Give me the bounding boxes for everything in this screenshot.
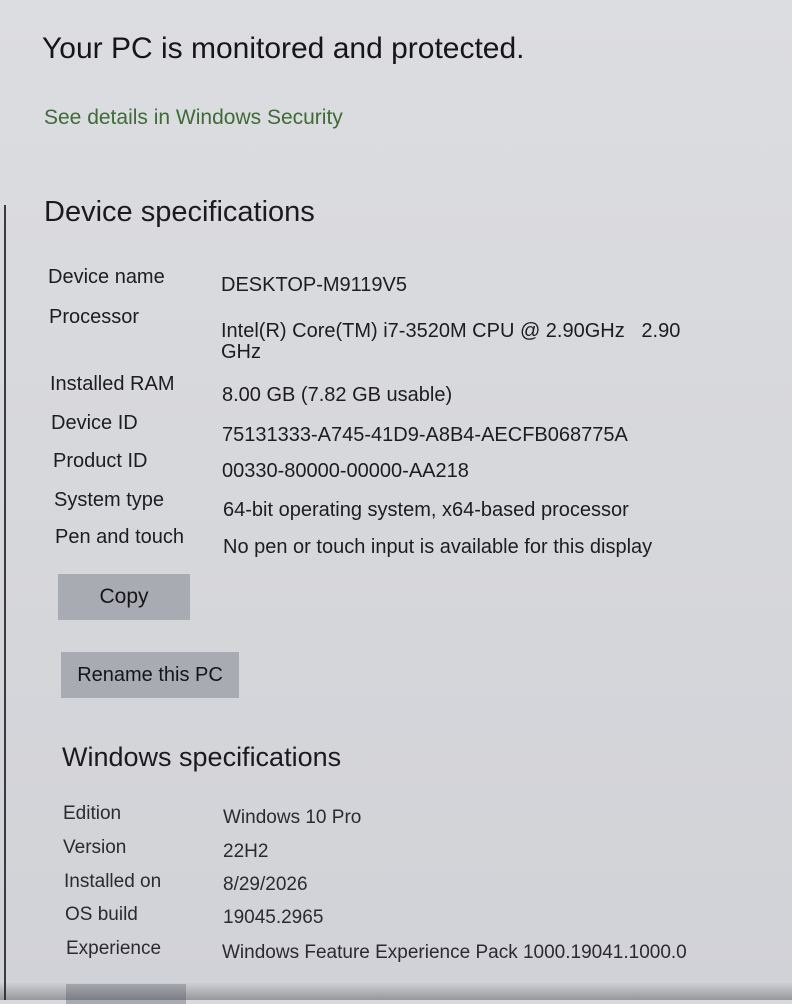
spec-row-device-name: Device name [48,266,165,289]
copy-button[interactable]: Copy [58,574,190,620]
spec-label: Pen and touch [55,526,184,548]
rename-pc-button[interactable]: Rename this PC [61,652,239,698]
spec-row-installed-ram: Installed RAM [50,373,175,396]
spec-value-edition: Windows 10 Pro [223,807,362,828]
spec-label: Device name [48,266,165,288]
spec-row-experience: Experience [66,938,161,960]
spec-row-system-type: System type [54,489,164,512]
spec-value-system-type: 64-bit operating system, x64-based proce… [223,499,629,521]
spec-label: Installed RAM [50,373,175,395]
spec-value-os-build: 19045.2965 [223,907,324,928]
spec-row-processor: Processor [49,306,139,329]
spec-label: Processor [49,306,140,328]
spec-value-installed-ram: 8.00 GB (7.82 GB usable) [222,384,453,406]
spec-value-installed-on: 8/29/2026 [223,874,308,895]
spec-row-pen-and-touch: Pen and touch [55,526,184,549]
spec-label: System type [54,489,165,511]
spec-label: Version [63,837,127,858]
spec-value-device-id: 75131333-A745-41D9-A8B4-AECFB068775A [222,424,628,446]
spec-label: OS build [65,904,138,925]
spec-row-edition: Edition [63,803,121,825]
spec-row-version: Version [63,837,126,859]
spec-value-device-name: DESKTOP-M9119V5 [221,274,408,296]
about-page: Your PC is monitored and protected. See … [0,0,792,1004]
spec-value-version: 22H2 [223,841,269,862]
windows-security-link[interactable]: See details in Windows Security [44,106,343,130]
spec-label: Device ID [51,412,138,434]
protection-status-title: Your PC is monitored and protected. [42,32,525,65]
spec-row-product-id: Product ID [53,450,147,473]
spec-label: Experience [66,938,162,959]
spec-label: Installed on [64,871,162,892]
spec-value-experience: Windows Feature Experience Pack 1000.190… [222,942,687,963]
spec-row-os-build: OS build [65,904,138,926]
spec-value-processor-cont: GHz [221,341,261,363]
spec-value-pen-and-touch: No pen or touch input is available for t… [223,536,653,558]
spec-label: Product ID [53,450,148,472]
device-specifications-heading: Device specifications [44,196,315,228]
spec-row-installed-on: Installed on [64,871,161,893]
window-edge [4,205,6,1000]
spec-value-product-id: 00330-80000-00000-AA218 [222,460,469,482]
spec-row-device-id: Device ID [51,412,138,435]
screen-bottom-edge [0,982,792,1000]
windows-specifications-heading: Windows specifications [62,742,342,772]
spec-label: Edition [63,803,122,824]
spec-value-processor: Intel(R) Core(TM) i7-3520M CPU @ 2.90GHz… [221,320,681,342]
